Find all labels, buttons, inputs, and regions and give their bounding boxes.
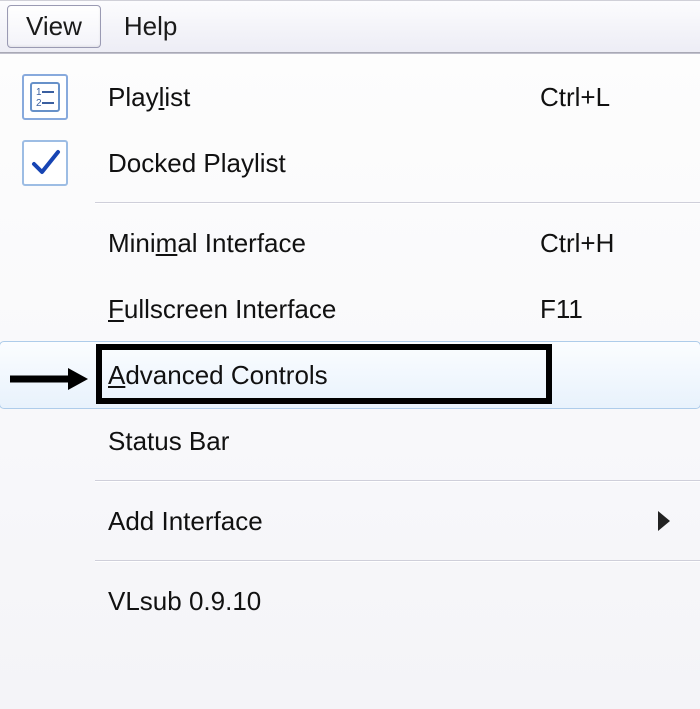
menuitem-docked-label: Docked Playlist [90,148,540,179]
menu-help[interactable]: Help [105,5,196,48]
menuitem-advanced-label: Advanced Controls [90,360,540,391]
menu-help-label: Help [124,11,177,42]
checkmark-icon [0,140,90,186]
menuitem-addinterface-label: Add Interface [90,506,658,537]
svg-text:1: 1 [36,87,42,98]
view-dropdown-menu: 1 2 Playlist Ctrl+L Docked Playlist Mini… [0,53,700,709]
menuitem-playlist-shortcut: Ctrl+L [540,82,670,113]
submenu-arrow-icon [658,511,670,531]
menuitem-fullscreen-interface[interactable]: Fullscreen Interface F11 [0,276,700,342]
menu-separator [95,480,700,482]
annotation-arrow-icon [8,364,88,394]
menuitem-advanced-controls[interactable]: Advanced Controls [0,342,700,408]
menuitem-minimal-shortcut: Ctrl+H [540,228,670,259]
menubar: View Help [0,0,700,53]
svg-text:2: 2 [36,98,42,109]
menuitem-playlist-label: Playlist [90,82,540,113]
menu-view[interactable]: View [7,5,101,48]
menu-separator [95,202,700,204]
menuitem-add-interface[interactable]: Add Interface [0,488,700,554]
menuitem-fullscreen-shortcut: F11 [540,294,670,325]
menuitem-vlsub-label: VLsub 0.9.10 [90,586,540,617]
menuitem-fullscreen-label: Fullscreen Interface [90,294,540,325]
menuitem-minimal-label: Minimal Interface [90,228,540,259]
menuitem-statusbar-label: Status Bar [90,426,540,457]
menu-view-label: View [26,11,82,42]
playlist-icon: 1 2 [0,74,90,120]
menuitem-docked-playlist[interactable]: Docked Playlist [0,130,700,196]
menuitem-vlsub[interactable]: VLsub 0.9.10 [0,568,700,634]
menuitem-status-bar[interactable]: Status Bar [0,408,700,474]
menu-separator [95,560,700,562]
menuitem-playlist[interactable]: 1 2 Playlist Ctrl+L [0,64,700,130]
menuitem-minimal-interface[interactable]: Minimal Interface Ctrl+H [0,210,700,276]
